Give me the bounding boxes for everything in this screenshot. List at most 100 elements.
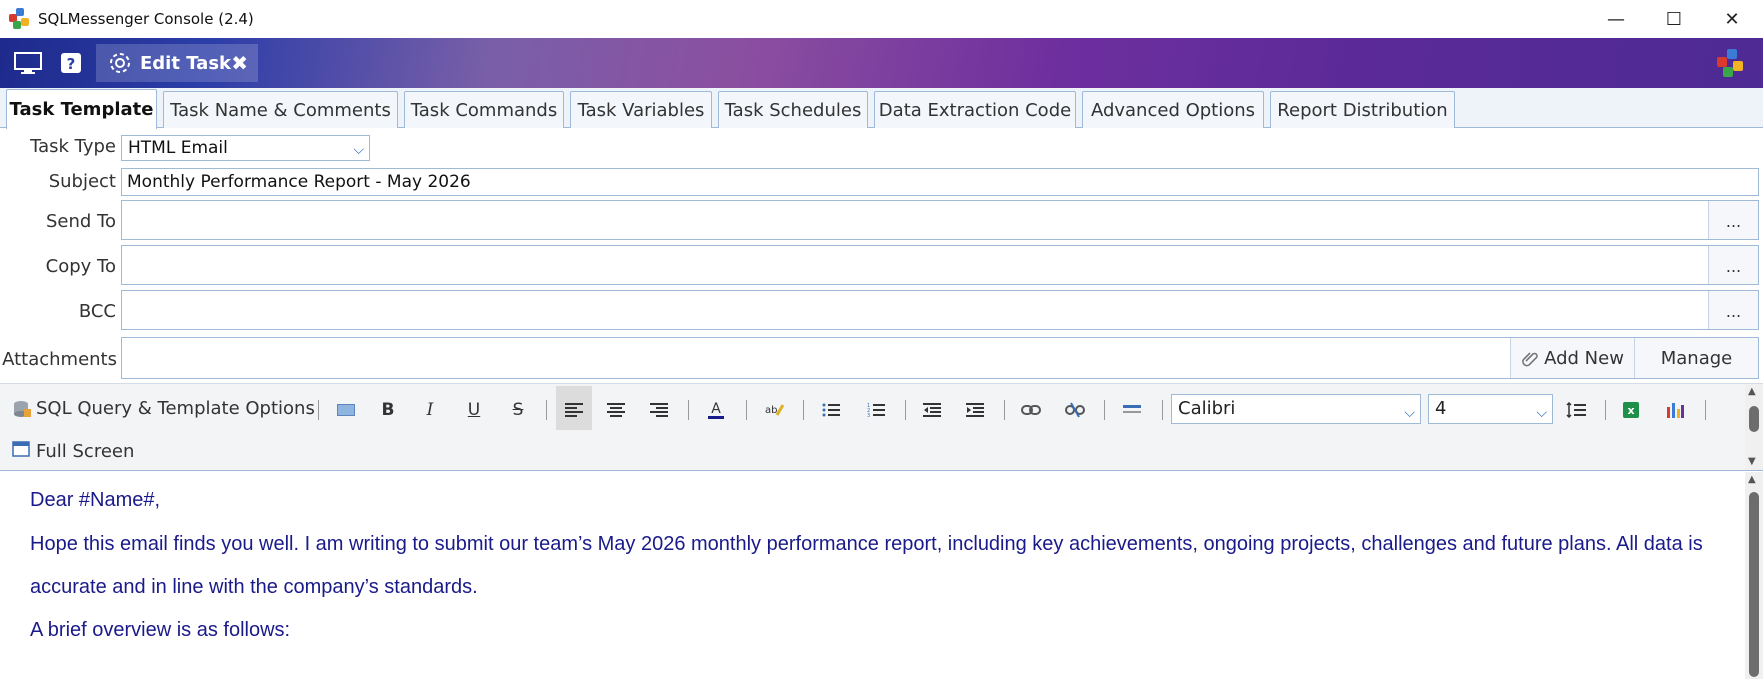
manage-label: Manage bbox=[1660, 347, 1733, 369]
subject-label: Subject bbox=[48, 171, 116, 192]
align-right-button[interactable] bbox=[645, 396, 673, 424]
maximize-button[interactable]: ☐ bbox=[1645, 0, 1703, 38]
bcc-input[interactable]: ... bbox=[121, 290, 1759, 330]
send-to-input[interactable]: ... bbox=[121, 200, 1759, 240]
chevron-down-icon: ⌵ bbox=[1404, 405, 1415, 421]
svg-text:3: 3 bbox=[867, 413, 870, 418]
send-to-browse-button[interactable]: ... bbox=[1708, 201, 1758, 239]
email-body-editor[interactable]: Dear #Name#, Hope this email finds you w… bbox=[0, 472, 1745, 679]
tab-strip: Task Template Task Name & Comments Task … bbox=[0, 88, 1763, 129]
highlight-button[interactable]: ab bbox=[760, 396, 788, 424]
task-type-label: Task Type bbox=[30, 136, 116, 157]
edit-task-tab[interactable]: Edit Task ✖ bbox=[96, 44, 258, 82]
chart-icon bbox=[1667, 403, 1684, 418]
console-button[interactable] bbox=[10, 44, 46, 82]
copy-to-label: Copy To bbox=[45, 256, 116, 277]
align-left-button[interactable] bbox=[560, 396, 588, 424]
tab-report-distribution[interactable]: Report Distribution bbox=[1270, 91, 1455, 128]
link-icon bbox=[1021, 405, 1041, 415]
strikethrough-button[interactable]: S bbox=[504, 396, 532, 424]
align-center-icon bbox=[607, 403, 625, 417]
scroll-down-icon[interactable]: ▼ bbox=[1748, 456, 1756, 467]
remove-link-button[interactable] bbox=[1061, 396, 1089, 424]
minimize-button[interactable]: — bbox=[1587, 0, 1645, 38]
title-bar: SQLMessenger Console (2.4) — ☐ ✕ bbox=[0, 0, 1763, 38]
tab-data-extraction-code[interactable]: Data Extraction Code bbox=[874, 91, 1076, 128]
add-new-label: Add New bbox=[1544, 347, 1624, 369]
insert-link-button[interactable] bbox=[1017, 396, 1045, 424]
insert-excel-button[interactable]: x bbox=[1617, 396, 1645, 424]
manage-attachments-button[interactable]: Manage bbox=[1634, 338, 1758, 378]
monitor-icon bbox=[14, 52, 42, 74]
bcc-browse-button[interactable]: ... bbox=[1708, 291, 1758, 329]
toolbar-separator bbox=[318, 400, 319, 420]
close-tab-icon[interactable]: ✖ bbox=[231, 51, 248, 75]
italic-button[interactable]: I bbox=[416, 396, 444, 424]
editor-toolbar: SQL Query & Template Options B I U S A a… bbox=[0, 383, 1763, 471]
toolbar-separator bbox=[1104, 400, 1105, 420]
tab-task-name-comments[interactable]: Task Name & Comments bbox=[163, 91, 398, 128]
close-window-button[interactable]: ✕ bbox=[1703, 0, 1761, 38]
toolbar-separator bbox=[803, 400, 804, 420]
sql-options-icon bbox=[14, 401, 31, 417]
close-icon: ✕ bbox=[1724, 8, 1740, 30]
font-color-icon: A bbox=[708, 401, 724, 419]
tab-task-commands[interactable]: Task Commands bbox=[404, 91, 564, 128]
paperclip-icon bbox=[1522, 352, 1538, 367]
tab-task-variables[interactable]: Task Variables bbox=[570, 91, 712, 128]
help-button[interactable]: ? bbox=[56, 44, 86, 82]
numbered-list-button[interactable]: 123 bbox=[862, 396, 890, 424]
svg-text:?: ? bbox=[67, 55, 76, 73]
full-screen-button[interactable]: Full Screen bbox=[36, 441, 134, 462]
task-type-select[interactable]: HTML Email ⌵ bbox=[121, 135, 370, 161]
horizontal-rule-button[interactable] bbox=[1118, 396, 1146, 424]
font-size-select[interactable]: 4 ⌵ bbox=[1428, 394, 1553, 424]
add-new-attachment-button[interactable]: Add New bbox=[1510, 338, 1634, 378]
indent-button[interactable] bbox=[961, 396, 989, 424]
full-screen-icon bbox=[12, 441, 30, 457]
html-source-icon bbox=[337, 404, 355, 416]
line-spacing-button[interactable] bbox=[1562, 396, 1590, 424]
editor-scroll-thumb[interactable] bbox=[1749, 492, 1759, 677]
tab-task-template[interactable]: Task Template bbox=[6, 89, 157, 129]
bold-button[interactable]: B bbox=[374, 396, 402, 424]
toolbar-separator bbox=[1605, 400, 1606, 420]
scroll-up-icon[interactable]: ▲ bbox=[1748, 386, 1756, 397]
maximize-icon: ☐ bbox=[1665, 8, 1683, 30]
tab-advanced-options[interactable]: Advanced Options bbox=[1082, 91, 1264, 128]
chevron-down-icon: ⌵ bbox=[1536, 405, 1547, 421]
font-size-value: 4 bbox=[1435, 398, 1447, 419]
insert-chart-button[interactable] bbox=[1661, 396, 1689, 424]
gear-icon bbox=[110, 53, 130, 73]
toolbar-scrollbar[interactable]: ▲ ▼ bbox=[1745, 384, 1763, 470]
copy-to-input[interactable]: ... bbox=[121, 245, 1759, 285]
subject-value: Monthly Performance Report - May 2026 bbox=[127, 172, 471, 192]
minimize-icon: — bbox=[1607, 8, 1625, 30]
bullet-list-button[interactable] bbox=[817, 396, 845, 424]
body-paragraph: A brief overview is as follows: bbox=[30, 619, 291, 641]
sql-options-button[interactable]: SQL Query & Template Options bbox=[36, 398, 315, 419]
underline-button[interactable]: U bbox=[460, 396, 488, 424]
send-to-label: Send To bbox=[45, 211, 116, 232]
align-left-icon bbox=[565, 403, 583, 417]
task-type-value: HTML Email bbox=[128, 138, 228, 158]
scroll-up-icon[interactable]: ▲ bbox=[1748, 474, 1756, 485]
copy-to-browse-button[interactable]: ... bbox=[1708, 246, 1758, 284]
font-color-button[interactable]: A bbox=[702, 396, 730, 424]
tab-task-schedules[interactable]: Task Schedules bbox=[718, 91, 868, 128]
svg-text:A: A bbox=[711, 401, 721, 417]
highlight-icon: ab bbox=[765, 404, 785, 416]
align-right-icon bbox=[650, 403, 668, 417]
excel-icon: x bbox=[1623, 402, 1639, 418]
font-family-select[interactable]: Calibri ⌵ bbox=[1171, 394, 1421, 424]
outdent-icon bbox=[923, 403, 941, 417]
toolbar-scroll-thumb[interactable] bbox=[1749, 406, 1759, 432]
html-source-button[interactable] bbox=[332, 396, 360, 424]
outdent-button[interactable] bbox=[918, 396, 946, 424]
editor-scrollbar[interactable]: ▲ bbox=[1745, 472, 1763, 679]
toolbar-separator bbox=[546, 400, 547, 420]
unlink-icon bbox=[1065, 402, 1085, 418]
app-logo-icon bbox=[1717, 49, 1743, 77]
numbered-list-icon: 123 bbox=[867, 403, 885, 418]
align-center-button[interactable] bbox=[602, 396, 630, 424]
